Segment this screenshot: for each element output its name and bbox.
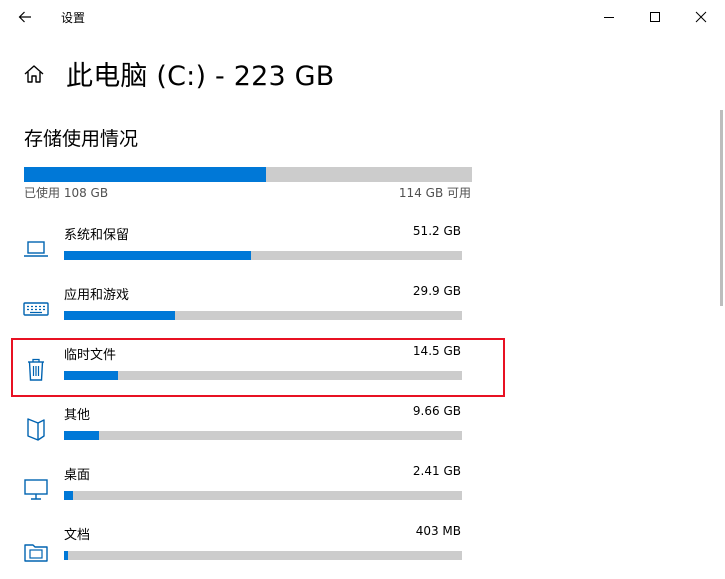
page-title: 此电脑 (C:) - 223 GB [66, 61, 335, 92]
back-arrow-icon [18, 11, 31, 23]
category-other[interactable]: 其他 9.66 GB [0, 403, 500, 459]
storage-usage-bar [24, 167, 472, 182]
category-name: 系统和保留 [64, 228, 130, 243]
category-usage-fill [64, 551, 68, 560]
category-name: 其他 [64, 408, 91, 423]
scrollbar[interactable] [720, 110, 723, 306]
keyboard-icon [22, 295, 50, 323]
documents-icon [22, 535, 50, 563]
category-name: 应用和游戏 [64, 288, 130, 303]
close-icon [695, 11, 707, 23]
category-usage-bar [64, 311, 462, 320]
maximize-button[interactable] [632, 2, 678, 32]
category-name: 桌面 [64, 468, 91, 483]
back-button[interactable] [12, 4, 38, 30]
monitor-icon [22, 475, 50, 503]
category-documents[interactable]: 文档 403 MB [0, 523, 500, 579]
category-usage-fill [64, 431, 100, 440]
used-space-label: 已使用 108 GB [24, 186, 109, 200]
category-size: 403 MB [415, 524, 461, 538]
home-icon[interactable] [22, 62, 46, 86]
category-name: 文档 [64, 528, 91, 543]
category-size: 51.2 GB [412, 224, 461, 238]
other-files-icon [22, 415, 50, 443]
highlight-box [11, 338, 505, 397]
close-button[interactable] [678, 2, 724, 32]
maximize-icon [650, 12, 660, 22]
category-system-reserved[interactable]: 系统和保留 51.2 GB [0, 223, 500, 279]
minimize-button[interactable] [586, 2, 632, 32]
category-usage-fill [64, 311, 176, 320]
category-usage-fill [64, 491, 73, 500]
storage-usage-fill [24, 167, 266, 182]
category-usage-bar [64, 431, 462, 440]
category-size: 29.9 GB [412, 284, 461, 298]
category-usage-bar [64, 491, 462, 500]
category-usage-fill [64, 251, 252, 260]
laptop-icon [22, 235, 50, 263]
window-title: 设置 [61, 11, 86, 25]
category-size: 9.66 GB [412, 404, 461, 418]
category-apps-games[interactable]: 应用和游戏 29.9 GB [0, 283, 500, 339]
category-size: 2.41 GB [412, 464, 461, 478]
title-bar: 设置 [0, 0, 725, 34]
category-usage-bar [64, 551, 462, 560]
category-usage-bar [64, 251, 462, 260]
category-desktop[interactable]: 桌面 2.41 GB [0, 463, 500, 519]
section-title: 存储使用情况 [24, 128, 139, 150]
minimize-icon [604, 17, 614, 18]
free-space-label: 114 GB 可用 [398, 186, 471, 200]
